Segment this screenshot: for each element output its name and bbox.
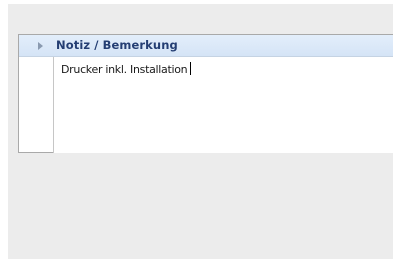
triangle-right-icon[interactable]: [38, 42, 43, 50]
note-text-value: Drucker inkl. Installation: [61, 62, 192, 76]
window-background: Notiz / Bemerkung Drucker inkl. Installa…: [8, 4, 393, 259]
notes-panel-header[interactable]: Notiz / Bemerkung: [19, 35, 393, 57]
note-text-content: Drucker inkl. Installation: [61, 63, 188, 76]
notes-panel-title: Notiz / Bemerkung: [56, 38, 178, 52]
notes-panel: Notiz / Bemerkung Drucker inkl. Installa…: [18, 34, 393, 153]
text-cursor: [190, 62, 192, 75]
note-textarea[interactable]: Drucker inkl. Installation: [53, 57, 393, 153]
